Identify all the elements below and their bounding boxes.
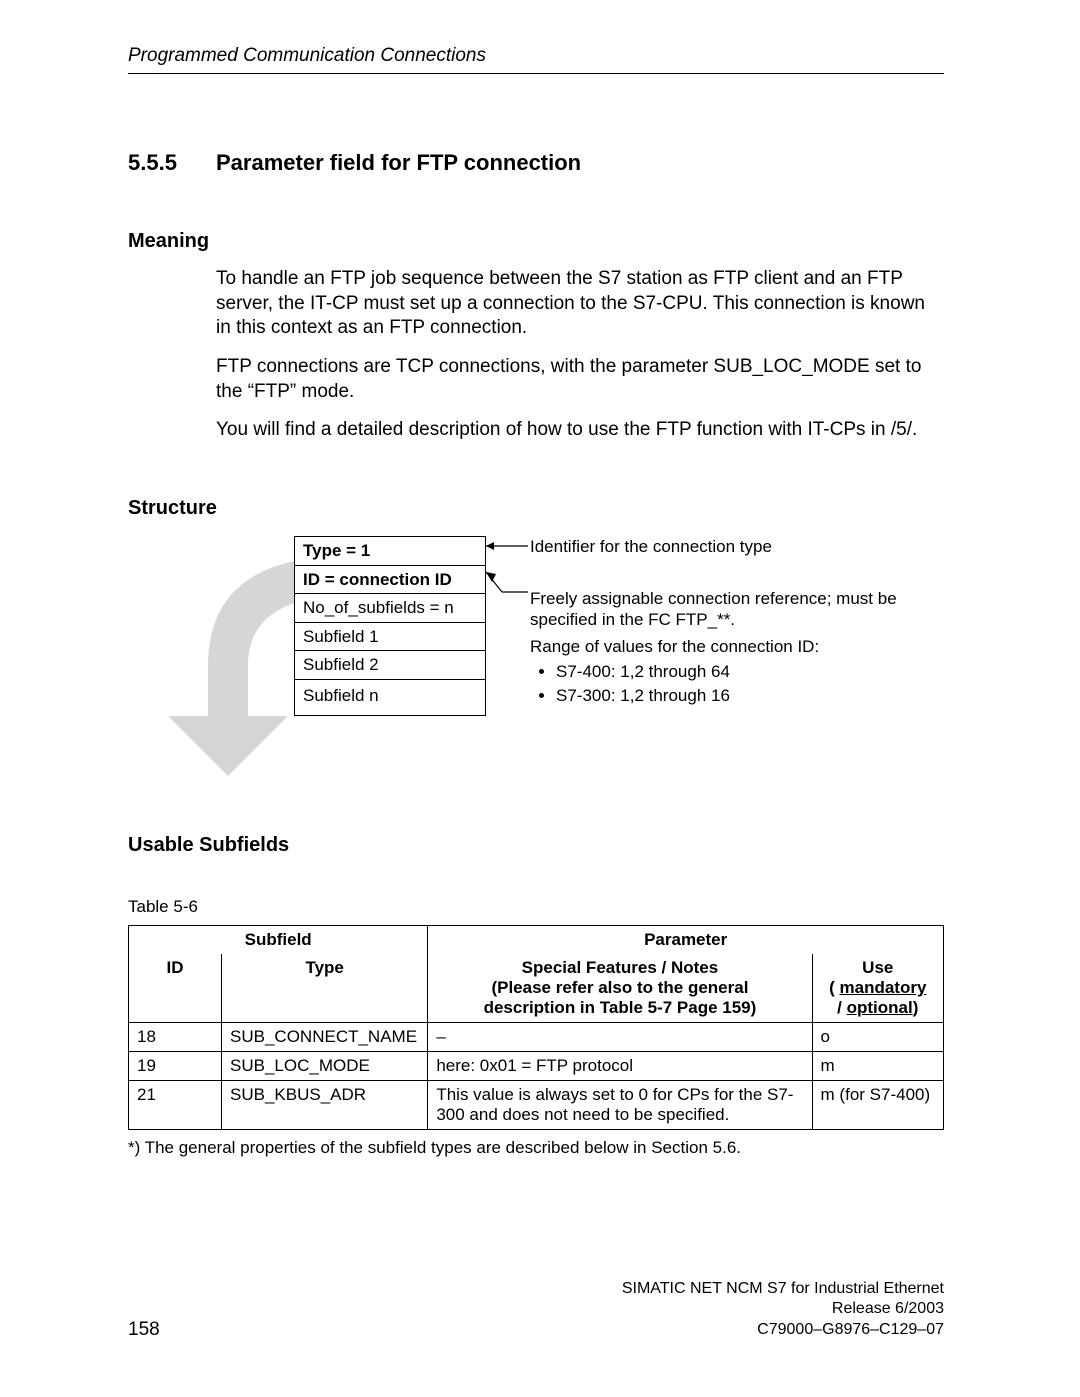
page-footer: 158 SIMATIC NET NCM S7 for Industrial Et…: [128, 1279, 944, 1341]
table-col-id: ID: [129, 954, 222, 1023]
table-caption: Table 5-6: [128, 897, 944, 917]
table-col-use-l2a: (: [829, 978, 839, 997]
meaning-body: To handle an FTP job sequence between th…: [216, 267, 936, 443]
table-col-use: Use ( mandatory / optional): [812, 954, 943, 1023]
structure-row-id: ID = connection ID: [295, 566, 485, 595]
cell-use: m (for S7-400): [812, 1081, 943, 1130]
table-group-parameter: Parameter: [428, 926, 944, 955]
meaning-p1: To handle an FTP job sequence between th…: [216, 267, 936, 341]
cell-notes: –: [428, 1023, 812, 1052]
cell-use: o: [812, 1023, 943, 1052]
structure-row-nosub: No_of_subfields = n: [295, 594, 485, 623]
structure-table: Type = 1 ID = connection ID No_of_subfie…: [294, 536, 486, 716]
meaning-p3: You will find a detailed description of …: [216, 418, 936, 443]
structure-row-subn: Subfield n: [295, 680, 485, 716]
meaning-heading: Meaning: [128, 230, 944, 253]
page-content: Programmed Communication Connections 5.5…: [128, 45, 944, 1158]
section-heading: 5.5.5 Parameter field for FTP connection: [128, 150, 944, 176]
meaning-p2: FTP connections are TCP connections, wit…: [216, 355, 936, 404]
page-number: 158: [128, 1319, 160, 1341]
structure-row-sub1: Subfield 1: [295, 623, 485, 652]
structure-row-type: Type = 1: [295, 537, 485, 566]
table-footnote: *) The general properties of the subfiel…: [128, 1138, 944, 1158]
cell-type: SUB_KBUS_ADR: [222, 1081, 428, 1130]
structure-annotation-3-b1: S7-400: 1,2 through 64: [556, 661, 910, 684]
section-number: 5.5.5: [128, 150, 216, 176]
structure-annotation-2: Freely assignable connection reference; …: [530, 588, 910, 631]
structure-annotation-3: Range of values for the connection ID: S…: [530, 636, 910, 708]
table-col-notes: Special Features / Notes (Please refer a…: [428, 954, 812, 1023]
footer-right: SIMATIC NET NCM S7 for Industrial Ethern…: [622, 1279, 944, 1341]
running-header: Programmed Communication Connections: [128, 45, 944, 74]
structure-annotation-1: Identifier for the connection type: [530, 536, 910, 557]
cell-type: SUB_CONNECT_NAME: [222, 1023, 428, 1052]
cell-id: 19: [129, 1052, 222, 1081]
footer-line1: SIMATIC NET NCM S7 for Industrial Ethern…: [622, 1279, 944, 1300]
table-group-subfield: Subfield: [129, 926, 428, 955]
table-col-use-l3a: /: [837, 998, 846, 1017]
cell-type: SUB_LOC_MODE: [222, 1052, 428, 1081]
section-title: Parameter field for FTP connection: [216, 150, 581, 176]
table-col-notes-l1: Special Features / Notes: [522, 958, 719, 977]
table-col-type: Type: [222, 954, 428, 1023]
table-col-notes-l2: (Please refer also to the general: [491, 978, 748, 997]
cell-notes: This value is always set to 0 for CPs fo…: [428, 1081, 812, 1130]
table-col-use-l3b: optional: [847, 998, 913, 1017]
cell-id: 18: [129, 1023, 222, 1052]
table-row: 19 SUB_LOC_MODE here: 0x01 = FTP protoco…: [129, 1052, 944, 1081]
structure-row-sub2: Subfield 2: [295, 651, 485, 680]
table-col-notes-l3: description in Table 5-7 Page 159): [484, 998, 757, 1017]
table-col-use-l3c: ): [913, 998, 919, 1017]
cell-notes: here: 0x01 = FTP protocol: [428, 1052, 812, 1081]
structure-heading: Structure: [128, 497, 944, 520]
structure-diagram: Type = 1 ID = connection ID No_of_subfie…: [128, 536, 944, 766]
table-row: 21 SUB_KBUS_ADR This value is always set…: [129, 1081, 944, 1130]
usable-heading: Usable Subfields: [128, 834, 944, 857]
table-row: 18 SUB_CONNECT_NAME – o: [129, 1023, 944, 1052]
footer-line2: Release 6/2003: [622, 1299, 944, 1320]
cell-use: m: [812, 1052, 943, 1081]
table-col-use-l1: Use: [862, 958, 893, 977]
structure-annotation-3-intro: Range of values for the connection ID:: [530, 637, 819, 656]
footer-line3: C79000–G8976–C129–07: [622, 1320, 944, 1341]
table-col-use-l2b: mandatory: [840, 978, 927, 997]
structure-annotation-3-b2: S7-300: 1,2 through 16: [556, 685, 910, 708]
cell-id: 21: [129, 1081, 222, 1130]
subfields-table: Subfield Parameter ID Type Special Featu…: [128, 925, 944, 1130]
